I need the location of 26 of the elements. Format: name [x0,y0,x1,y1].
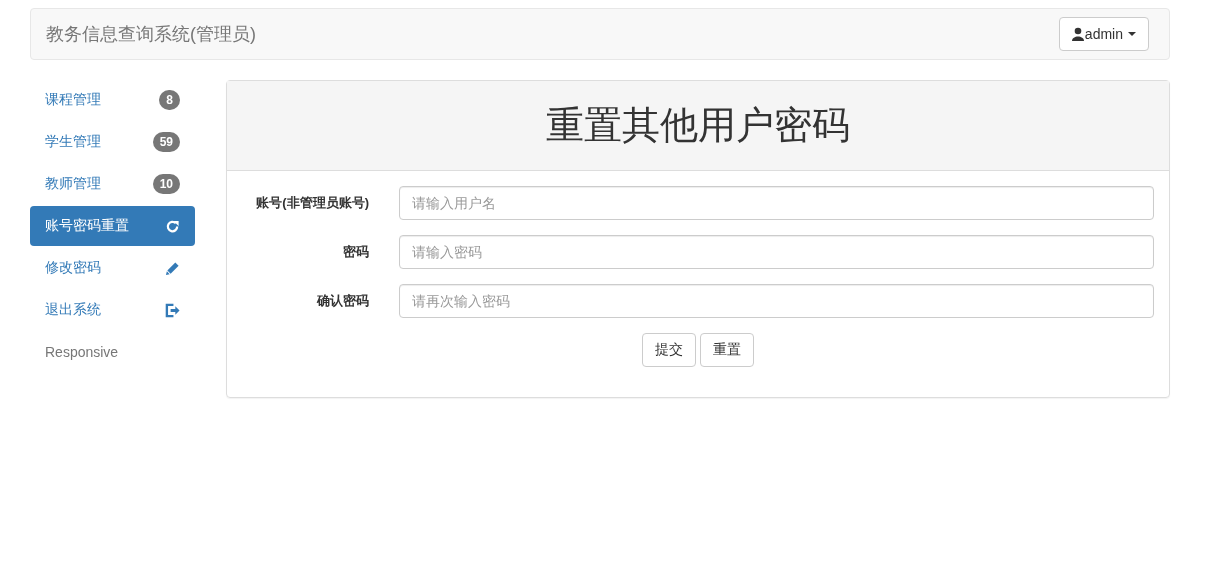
form-button[interactable]: 重置 [700,333,754,367]
pencil-icon [165,260,180,276]
sidebar-item[interactable]: 课程管理 8 [30,80,195,120]
sidebar-item[interactable]: 账号密码重置 [30,206,195,246]
input-field[interactable]: 请输入用户名 [399,186,1154,220]
refresh-icon [165,218,180,234]
count-badge: 8 [159,90,180,110]
sidebar-item[interactable]: 退出系统 [30,290,195,330]
input-field[interactable]: 请输入密码 [399,235,1154,269]
panel-title: 重置其他用户密码 [546,103,850,148]
field-label: 密码 [342,243,369,261]
input-field[interactable]: 请再次输入密码 [399,284,1154,318]
form-button[interactable]: 提交 [642,333,696,367]
field-label: 确认密码 [315,292,369,310]
count-badge: 10 [152,174,180,194]
count-badge: 59 [152,132,180,152]
user-menu-button[interactable]: admin [1058,17,1149,51]
sidebar-item[interactable]: 学生管理 59 [30,122,195,162]
caret-icon [1128,32,1136,36]
sidebar-item[interactable]: 修改密码 [30,248,195,288]
user-icon [1071,27,1084,41]
sidebar-item[interactable]: Responsive [30,332,195,372]
brand-title[interactable]: 教务信息查询系统(管理员) [46,22,256,46]
sidebar-item[interactable]: 教师管理 10 [30,164,195,204]
field-label: 账号(非管理员账号) [255,194,369,212]
logout-icon [165,302,180,318]
